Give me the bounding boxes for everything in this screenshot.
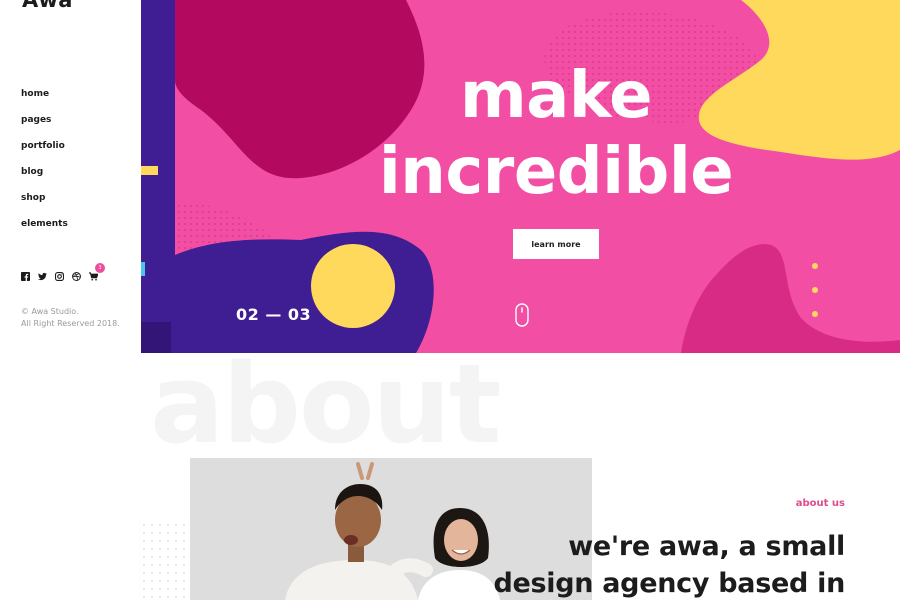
hero-title: make incredible	[371, 58, 741, 210]
learn-more-button[interactable]: learn more	[513, 229, 599, 259]
nav-link-pages[interactable]: pages	[21, 115, 51, 125]
cart-count-badge: 3	[95, 263, 105, 273]
nav-item-blog: blog	[21, 162, 68, 188]
cart-link[interactable]: 3	[89, 263, 106, 281]
hero-slider: make incredible learn more 02 — 03	[141, 0, 900, 353]
nav-item-home: home	[21, 84, 68, 110]
hero-title-line-1: make	[459, 59, 653, 133]
main-nav: home pages portfolio blog shop elements	[21, 84, 68, 240]
nav-link-home[interactable]: home	[21, 89, 49, 99]
social-links: 3	[21, 263, 106, 281]
slide-dot-3[interactable]	[812, 311, 818, 317]
nav-item-pages: pages	[21, 110, 68, 136]
decorative-dot-pattern	[141, 522, 191, 600]
nav-link-blog[interactable]: blog	[21, 167, 43, 177]
hero-title-line-2: incredible	[378, 135, 734, 209]
nav-link-portfolio[interactable]: portfolio	[21, 141, 65, 151]
twitter-icon[interactable]	[38, 272, 47, 281]
nav-item-shop: shop	[21, 188, 68, 214]
instagram-icon[interactable]	[55, 272, 64, 281]
about-heading: we're awa, a small design agency based i…	[493, 528, 845, 602]
copyright-line-2: All Right Reserved 2018.	[21, 319, 120, 328]
facebook-icon[interactable]	[21, 272, 30, 281]
nav-link-shop[interactable]: shop	[21, 193, 45, 203]
about-heading-line-1: we're awa, a small	[568, 531, 845, 562]
slide-dot-1[interactable]	[812, 263, 818, 269]
nav-link-elements[interactable]: elements	[21, 219, 68, 229]
dribbble-icon[interactable]	[72, 272, 81, 281]
about-heading-line-2: design agency based in	[493, 568, 845, 599]
slide-dots	[812, 263, 818, 335]
slide-dot-2[interactable]	[812, 287, 818, 293]
about-watermark: about	[150, 340, 501, 468]
about-us-label: about us	[795, 498, 845, 509]
copyright-line-1: © Awa Studio.	[21, 307, 79, 316]
nav-item-elements: elements	[21, 214, 68, 240]
site-logo[interactable]: Awa	[22, 0, 73, 12]
slide-counter: 02 — 03	[236, 305, 312, 324]
scroll-mouse-icon[interactable]	[515, 303, 529, 327]
nav-item-portfolio: portfolio	[21, 136, 68, 162]
sidebar: Awa home pages portfolio blog shop eleme…	[0, 0, 140, 600]
cart-icon[interactable]	[89, 272, 98, 281]
copyright: © Awa Studio. All Right Reserved 2018.	[21, 306, 120, 330]
